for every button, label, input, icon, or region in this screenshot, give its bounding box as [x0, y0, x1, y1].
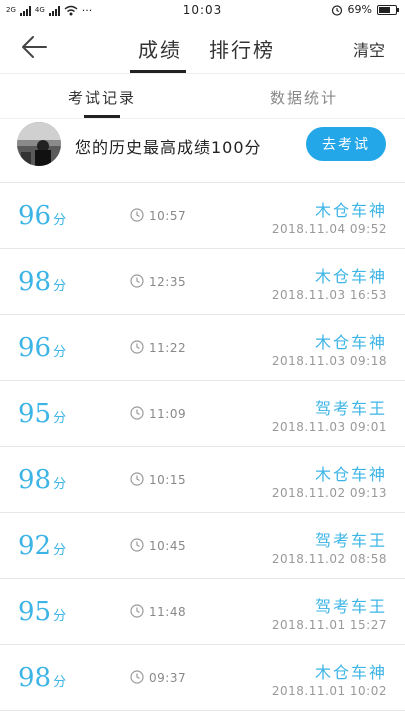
battery-percent: 69% — [347, 3, 372, 16]
record-row[interactable]: 92 分 10:45 驾考车王 2018.11.02 08:58 — [0, 513, 405, 579]
record-title: 木仓车神 — [314, 267, 387, 286]
clock-icon — [130, 604, 144, 618]
clock-icon — [130, 406, 144, 420]
battery-icon — [377, 4, 399, 15]
record-score: 98 分 — [18, 663, 66, 693]
clock-icon — [130, 340, 144, 354]
record-score-unit: 分 — [53, 345, 67, 360]
record-date: 2018.11.01 10:02 — [271, 684, 387, 698]
best-score-banner: 您的历史最高成绩100分 去考试 — [0, 119, 405, 183]
record-row[interactable]: 98 分 12:35 木仓车神 2018.11.03 16:53 — [0, 249, 405, 315]
record-score-value: 96 — [18, 333, 52, 363]
record-score-unit: 分 — [53, 411, 67, 426]
record-score-unit: 分 — [53, 477, 67, 492]
record-score-unit: 分 — [53, 279, 67, 294]
record-score: 98 分 — [18, 465, 66, 495]
record-title: 木仓车神 — [314, 663, 387, 682]
active-tab-indicator — [130, 70, 186, 73]
record-row[interactable]: 96 分 10:57 木仓车神 2018.11.04 09:52 — [0, 183, 405, 249]
status-right: 69% — [331, 3, 399, 16]
record-score-value: 98 — [18, 267, 52, 297]
record-title: 驾考车王 — [314, 597, 387, 616]
record-date: 2018.11.02 09:13 — [271, 486, 387, 500]
record-score-unit: 分 — [53, 609, 67, 624]
battery-fill — [379, 6, 391, 13]
record-date: 2018.11.04 09:52 — [271, 222, 387, 236]
tab-ranking[interactable]: 排行榜 — [209, 34, 275, 63]
record-date: 2018.11.01 15:27 — [271, 618, 387, 632]
record-score-value: 98 — [18, 663, 52, 693]
record-row[interactable]: 95 分 11:48 驾考车王 2018.11.01 15:27 — [0, 579, 405, 645]
record-duration: 09:37 — [149, 671, 187, 685]
record-score: 98 分 — [18, 267, 66, 297]
top-navigation: 成绩 排行榜 清空 — [0, 22, 405, 74]
record-score: 92 分 — [18, 531, 66, 561]
record-score-unit: 分 — [53, 213, 67, 228]
clear-button[interactable]: 清空 — [353, 37, 385, 61]
record-score: 96 分 — [18, 333, 66, 363]
record-row[interactable]: 96 分 11:22 木仓车神 2018.11.03 09:18 — [0, 315, 405, 381]
clock-icon — [130, 208, 144, 222]
record-row[interactable]: 98 分 09:37 木仓车神 2018.11.01 10:02 — [0, 645, 405, 711]
record-duration: 11:22 — [149, 341, 187, 355]
record-duration: 10:57 — [149, 209, 187, 223]
tab-scores[interactable]: 成绩 — [138, 34, 182, 63]
record-title: 驾考车王 — [314, 531, 387, 550]
record-date: 2018.11.03 16:53 — [271, 288, 387, 302]
sub-tabs: 考试记录 数据统计 — [0, 75, 405, 119]
avatar — [17, 122, 61, 166]
clock-icon — [130, 670, 144, 684]
clock-icon — [130, 274, 144, 288]
record-date: 2018.11.03 09:18 — [271, 354, 387, 368]
active-subtab-indicator — [84, 115, 120, 118]
status-bar: 2G 4G ··· 10:03 69% — [0, 0, 405, 22]
back-arrow-icon[interactable] — [20, 34, 50, 60]
record-score: 96 分 — [18, 201, 66, 231]
record-title: 木仓车神 — [314, 201, 387, 220]
record-score: 95 分 — [18, 399, 66, 429]
record-score-value: 98 — [18, 465, 52, 495]
record-score-value: 92 — [18, 531, 52, 561]
record-score-value: 95 — [18, 399, 52, 429]
record-date: 2018.11.02 08:58 — [271, 552, 387, 566]
record-title: 木仓车神 — [314, 333, 387, 352]
clock-icon — [130, 538, 144, 552]
record-row[interactable]: 98 分 10:15 木仓车神 2018.11.02 09:13 — [0, 447, 405, 513]
clock-icon — [130, 472, 144, 486]
subtab-exam-records[interactable]: 考试记录 — [68, 87, 136, 108]
record-duration: 12:35 — [149, 275, 187, 289]
record-score-value: 96 — [18, 201, 52, 231]
record-duration: 11:48 — [149, 605, 187, 619]
record-duration: 10:45 — [149, 539, 187, 553]
record-score-unit: 分 — [53, 543, 67, 558]
record-score: 95 分 — [18, 597, 66, 627]
record-row[interactable]: 95 分 11:09 驾考车王 2018.11.03 09:01 — [0, 381, 405, 447]
subtab-data-stats[interactable]: 数据统计 — [270, 87, 338, 108]
alarm-icon — [331, 4, 342, 16]
record-title: 木仓车神 — [314, 465, 387, 484]
record-date: 2018.11.03 09:01 — [271, 420, 387, 434]
go-exam-button[interactable]: 去考试 — [306, 127, 386, 161]
record-duration: 10:15 — [149, 473, 187, 487]
best-score-text: 您的历史最高成绩100分 — [75, 138, 262, 157]
record-score-value: 95 — [18, 597, 52, 627]
record-title: 驾考车王 — [314, 399, 387, 418]
record-duration: 11:09 — [149, 407, 187, 421]
record-score-unit: 分 — [53, 675, 67, 690]
exam-record-list: 96 分 10:57 木仓车神 2018.11.04 09:52 98 分 12:3… — [0, 183, 405, 711]
